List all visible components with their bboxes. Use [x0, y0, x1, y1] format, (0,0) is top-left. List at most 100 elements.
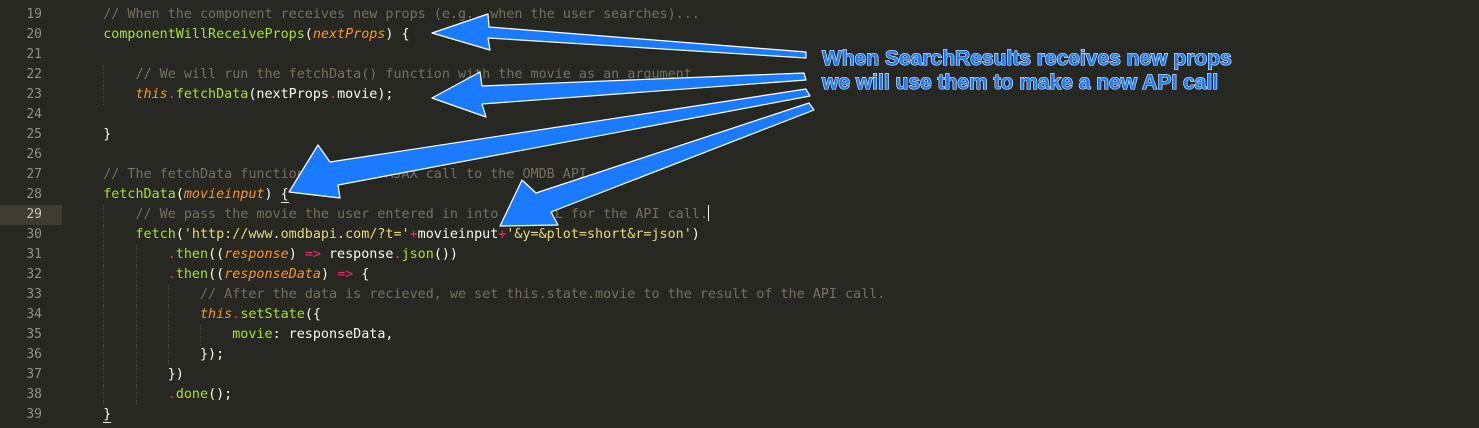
indent-guide: [167, 325, 169, 345]
indent-guide: [103, 385, 105, 405]
indent-guide: [103, 245, 105, 265]
code-token: then: [175, 247, 209, 262]
code-token: : responseData,: [272, 327, 394, 342]
line-number: 35: [26, 327, 42, 342]
code-token: ) {: [385, 27, 410, 42]
code-line[interactable]: fetchData(movieinput) {: [71, 185, 289, 205]
code-line[interactable]: componentWillReceiveProps(nextProps) {: [71, 25, 410, 45]
indent-guide: [103, 305, 105, 325]
indent-guide: [103, 325, 105, 345]
code-line[interactable]: }: [71, 125, 111, 145]
code-token: // We will run the fetchData() function …: [135, 67, 692, 82]
code-token: }: [103, 407, 112, 423]
indent-guide: [103, 65, 105, 85]
line-number-gutter: 19 20 21 22 23 24 25 26 27 28 29 30 31 32 33 34 35 36 37 38…: [0, 0, 62, 428]
line-number: 23: [26, 87, 42, 102]
indent-guide: [167, 305, 169, 325]
line-number: 22: [26, 67, 42, 82]
code-line[interactable]: }): [71, 365, 184, 385]
indent-guide: [103, 345, 105, 365]
indent-guide: [135, 305, 137, 325]
code-token: movie);: [337, 87, 394, 102]
code-area[interactable]: // When the component receives new props…: [62, 0, 1479, 428]
code-token: ): [320, 267, 338, 282]
code-line[interactable]: });: [71, 345, 224, 365]
code-line[interactable]: .then((responseData) => {: [71, 265, 370, 285]
indent-guide: [135, 365, 137, 385]
indent-guide: [135, 385, 137, 405]
indent-guide: [167, 285, 169, 305]
code-token: fetch: [135, 227, 176, 242]
indent-guide: [103, 225, 105, 245]
annotation-callout: When SearchResults receives new props we…: [821, 46, 1232, 95]
indent-guide: [103, 365, 105, 385]
annotation-line-1: When SearchResults receives new props: [821, 46, 1232, 70]
code-line[interactable]: // We will run the fetchData() function …: [71, 65, 692, 85]
code-token: movie: [232, 327, 273, 342]
line-number: 26: [26, 147, 42, 162]
indent-guide: [135, 265, 137, 285]
code-token: then: [175, 267, 209, 282]
code-line[interactable]: // After the data is recieved, we set th…: [71, 285, 885, 305]
line-number: 32: [26, 267, 42, 282]
code-token: .: [167, 247, 176, 262]
line-number: 29: [26, 207, 42, 222]
code-line[interactable]: .done();: [71, 385, 233, 405]
code-token: '&y=&plot=short&r=json': [506, 227, 692, 242]
code-token: this: [135, 87, 168, 102]
code-token: .: [393, 247, 402, 262]
code-token: movieinput: [417, 227, 499, 242]
code-line[interactable]: movie: responseData,: [71, 325, 394, 345]
code-token: (: [304, 27, 313, 42]
code-line[interactable]: fetch('http://www.omdbapi.com/?t='+movie…: [71, 225, 700, 245]
line-number: 39: [26, 407, 42, 422]
code-token: ({: [304, 307, 321, 322]
code-token: ): [288, 247, 305, 262]
code-token: response: [224, 247, 289, 262]
code-line[interactable]: // When the component receives new props…: [71, 5, 700, 25]
code-token: (: [175, 227, 184, 242]
code-token: .: [167, 387, 176, 402]
code-line[interactable]: this.fetchData(nextProps.movie);: [71, 85, 394, 105]
indent-guide: [135, 245, 137, 265]
code-token: // The fetchData function makes an AJAX …: [103, 167, 596, 182]
indent-guide: [103, 265, 105, 285]
code-token: 'http://www.omdbapi.com/?t=': [183, 227, 410, 242]
code-line[interactable]: // We pass the movie the user entered in…: [71, 205, 709, 225]
code-token: }: [103, 127, 112, 142]
indent-guide: [135, 325, 137, 345]
code-token: ((: [208, 247, 225, 262]
line-number: 28: [26, 187, 42, 202]
code-token: ();: [208, 387, 233, 402]
code-token: response: [320, 247, 394, 262]
line-number: 30: [26, 227, 42, 242]
code-token: +: [409, 227, 418, 242]
line-number: 38: [26, 387, 42, 402]
code-line[interactable]: }: [71, 405, 112, 425]
line-number: 25: [26, 127, 42, 142]
line-number: 20: [26, 27, 42, 42]
code-token: ()): [433, 247, 458, 262]
code-token: movieinput: [183, 187, 265, 202]
line-number: 36: [26, 347, 42, 362]
code-line[interactable]: .then((response) => response.json()): [71, 245, 458, 265]
code-editor[interactable]: 19 20 21 22 23 24 25 26 27 28 29 30 31 32 33 34 35 36 37 38…: [0, 0, 1479, 428]
line-number: 33: [26, 287, 42, 302]
code-token: });: [200, 347, 225, 362]
code-token: =>: [337, 267, 354, 282]
line-number: 21: [26, 47, 42, 62]
code-token: responseData: [224, 267, 321, 282]
code-line[interactable]: // The fetchData function makes an AJAX …: [71, 165, 595, 185]
code-token: this: [200, 307, 233, 322]
indent-guide: [200, 325, 202, 345]
code-token: setState: [240, 307, 305, 322]
line-number: 27: [26, 167, 42, 182]
indent-guide: [135, 345, 137, 365]
indent-guide: [167, 345, 169, 365]
code-token: .: [167, 267, 176, 282]
code-line[interactable]: this.setState({: [71, 305, 321, 325]
